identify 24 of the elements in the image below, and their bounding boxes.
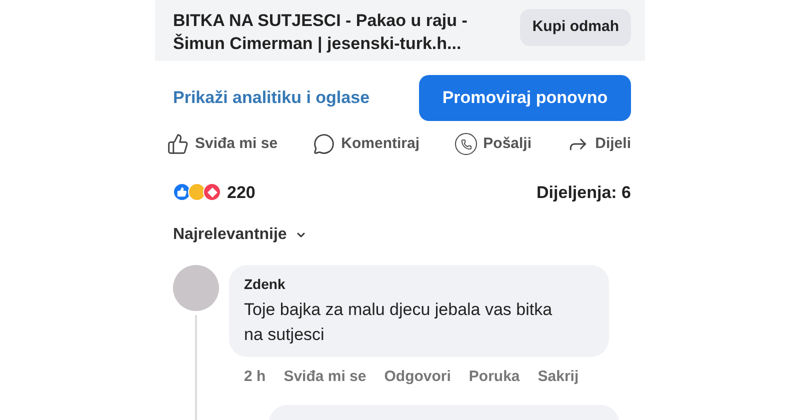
post-action-button[interactable]: Sviđa mi se	[167, 133, 278, 156]
link-title: BITKA NA SUTJESCI - Pakao u raju - Šimun Cimerman | jesenski-turk.h...	[173, 10, 468, 55]
share-count[interactable]: Dijeljenja: 6	[536, 180, 631, 205]
reaction-icons	[173, 183, 221, 202]
avatar[interactable]	[173, 265, 219, 311]
comment-action-link[interactable]: Sakrij	[538, 366, 579, 388]
reaction-count[interactable]: 220	[227, 180, 256, 205]
link-preview-card[interactable]: BITKA NA SUTJESCI - Pakao u raju - Šimun Cimerman | jesenski-turk.h... Kupi odmah	[155, 0, 645, 61]
comment-text: Toje bajka za malu djecu jebala vas bitka na sutjesci	[244, 299, 554, 346]
comment-time: 2 h	[244, 367, 266, 387]
phone-bubble-icon	[455, 133, 478, 156]
post-action-button[interactable]: Komentiraj	[313, 133, 420, 156]
thumbs-up-icon	[167, 133, 189, 156]
analytics-link[interactable]: Prikaži analitiku i oglase	[173, 85, 370, 111]
speech-bubble-icon	[313, 133, 336, 156]
post-action-button[interactable]: Dijeli	[567, 133, 631, 156]
comment-action-link[interactable]: Odgovori	[384, 366, 451, 388]
post-action-button[interactable]: Pošalji	[455, 133, 532, 156]
buy-now-button[interactable]: Kupi odmah	[520, 9, 631, 46]
comment-action-link[interactable]: Sviđa mi se	[284, 366, 366, 388]
promote-button[interactable]: Promoviraj ponovno	[419, 75, 631, 121]
comment-author[interactable]: Zdenk	[244, 274, 594, 295]
comment-action-link[interactable]: Poruka	[468, 366, 520, 388]
sort-dropdown[interactable]: Najrelevantnije	[173, 223, 307, 247]
